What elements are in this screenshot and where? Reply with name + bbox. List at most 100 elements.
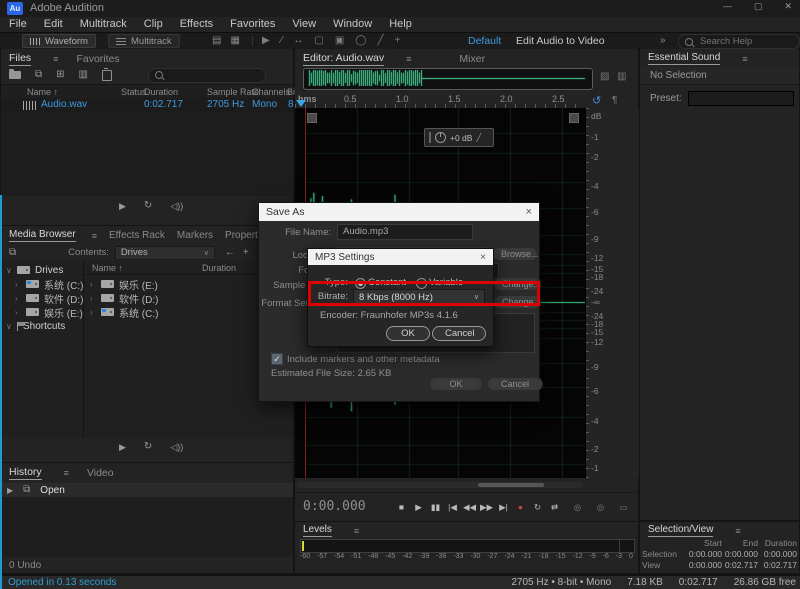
auto-play-speaker-icon[interactable]: ◁)): [170, 442, 183, 452]
tree-item-shortcuts[interactable]: ∨Shortcuts: [1, 319, 83, 333]
import-media-icon[interactable]: ⧉: [9, 248, 16, 258]
spectral-view-icon[interactable]: ▦: [230, 35, 239, 46]
slip-tool-icon[interactable]: ↔: [293, 35, 303, 46]
expander-icon[interactable]: ›: [90, 280, 96, 289]
expander-icon[interactable]: ›: [15, 294, 21, 303]
multitrack-view-button[interactable]: Multitrack: [108, 34, 180, 48]
menu-favorites[interactable]: Favorites: [230, 18, 275, 30]
channel-selector-icon[interactable]: [307, 113, 317, 123]
selection-duration[interactable]: 0:00.000: [758, 549, 797, 559]
tab-levels[interactable]: Levels: [303, 524, 332, 537]
move-tool-icon[interactable]: ▶: [262, 35, 270, 46]
view-duration[interactable]: 0:02.717: [758, 560, 797, 570]
skip-to-start-button[interactable]: |◀: [444, 500, 461, 514]
close-icon[interactable]: ×: [480, 252, 486, 263]
rewind-button[interactable]: ◀◀: [461, 500, 478, 514]
menu-window[interactable]: Window: [333, 18, 372, 30]
close-button[interactable]: ✕: [784, 1, 792, 12]
expander-icon[interactable]: ∨: [6, 266, 12, 275]
menu-edit[interactable]: Edit: [44, 18, 63, 30]
tab-editor[interactable]: Editor: Audio.wav: [303, 52, 384, 66]
panel-menu-icon[interactable]: ≡: [354, 526, 359, 536]
tab-essential-sound[interactable]: Essential Sound: [648, 52, 720, 65]
expander-icon[interactable]: ›: [15, 308, 21, 317]
skip-selection-button[interactable]: ⇄: [546, 500, 563, 514]
editor-view-icon[interactable]: ▤: [212, 35, 221, 46]
marker-tool-icon[interactable]: ¶: [612, 95, 617, 106]
workspace-edit-audio-to-video[interactable]: Edit Audio to Video: [516, 35, 605, 47]
workspace-default-button[interactable]: Default: [468, 35, 501, 47]
razor-tool-icon[interactable]: ∕: [281, 35, 283, 46]
mp3-ok-button[interactable]: OK: [386, 326, 430, 341]
expander-icon[interactable]: ›: [90, 308, 96, 317]
tab-video[interactable]: Video: [87, 467, 114, 479]
menu-view[interactable]: View: [292, 18, 316, 30]
paintbrush-tool-icon[interactable]: ╱: [377, 35, 383, 46]
selection-start[interactable]: 0:00.000: [686, 549, 722, 559]
tab-selection-view[interactable]: Selection/View: [648, 524, 713, 537]
maximize-button[interactable]: ▢: [754, 1, 763, 12]
panel-menu-icon[interactable]: ≡: [92, 231, 97, 241]
minimize-button[interactable]: —: [723, 1, 732, 12]
panel-menu-icon[interactable]: ≡: [64, 468, 69, 478]
hud-pencil-icon[interactable]: ╱: [476, 133, 481, 142]
tab-effects-rack[interactable]: Effects Rack: [109, 230, 165, 241]
close-icon[interactable]: ×: [526, 206, 532, 218]
format-settings-change-button[interactable]: Change...: [493, 295, 541, 309]
record-button[interactable]: ●: [512, 500, 529, 514]
time-selection-tool-icon[interactable]: ▢: [314, 35, 323, 46]
mp3-cancel-button[interactable]: Cancel: [432, 326, 486, 341]
save-as-cancel-button[interactable]: Cancel: [487, 377, 543, 391]
menu-help[interactable]: Help: [389, 18, 412, 30]
menu-effects[interactable]: Effects: [180, 18, 213, 30]
tree-item-drives[interactable]: ∨Drives: [1, 263, 83, 277]
tree-item-drive[interactable]: ›系统 (C:): [1, 277, 83, 291]
gain-hud[interactable]: +0 dB ╱: [424, 128, 494, 147]
open-file-icon[interactable]: [9, 71, 21, 79]
auto-play-speaker-icon[interactable]: ◁)): [170, 201, 183, 211]
tab-mixer[interactable]: Mixer: [459, 53, 485, 65]
files-col-status[interactable]: Status: [121, 87, 147, 97]
playhead-marker[interactable]: [296, 100, 306, 107]
workspace-overflow-icon[interactable]: »: [660, 35, 666, 46]
effects-rack-icon[interactable]: ▥: [79, 70, 88, 80]
menu-file[interactable]: File: [9, 18, 27, 30]
selection-end[interactable]: 0:00.000: [722, 549, 758, 559]
gain-knob-icon[interactable]: [435, 132, 446, 143]
variable-radio-label[interactable]: Variable: [429, 277, 463, 288]
loop-playback-button[interactable]: ↻: [529, 500, 546, 514]
keyboard-shortcut-icon[interactable]: ▥: [617, 71, 626, 82]
fast-forward-button[interactable]: ▶▶: [478, 500, 495, 514]
bitrate-dropdown[interactable]: 8 Kbps (8000 Hz) ∨: [353, 289, 485, 305]
preview-play-button[interactable]: ▶: [119, 201, 126, 211]
file-name-input[interactable]: Audio.mp3: [337, 224, 473, 240]
tree-item-drive[interactable]: ›软件 (D:): [1, 291, 83, 305]
expander-icon[interactable]: ∨: [6, 322, 12, 331]
panel-menu-icon[interactable]: ≡: [53, 54, 58, 64]
preview-play-button[interactable]: ▶: [119, 442, 126, 452]
spectral-corner-icon[interactable]: [569, 113, 579, 123]
help-search-input[interactable]: [698, 35, 793, 48]
constant-radio-label[interactable]: Constant: [368, 277, 406, 288]
zoom-out-button[interactable]: ◎: [592, 500, 609, 514]
lasso-selection-tool-icon[interactable]: ◯: [355, 35, 366, 46]
include-metadata-checkbox[interactable]: ✓: [271, 353, 283, 365]
variable-radio[interactable]: [416, 278, 427, 289]
new-item-icon[interactable]: ⊞: [56, 70, 64, 80]
expander-icon[interactable]: ›: [15, 280, 21, 289]
spot-healing-tool-icon[interactable]: +: [395, 35, 401, 46]
import-files-icon[interactable]: ⧉: [35, 70, 42, 80]
files-col-duration[interactable]: Duration: [144, 87, 178, 97]
zoom-in-button[interactable]: ◎: [569, 500, 586, 514]
expander-icon[interactable]: ›: [90, 294, 96, 303]
loop-preview-button[interactable]: ↻: [144, 442, 152, 452]
help-search-box[interactable]: [678, 34, 800, 49]
zoom-selection-button[interactable]: ▭: [615, 500, 632, 514]
files-col-name[interactable]: Name ↑: [27, 87, 58, 97]
add-shortcut-icon[interactable]: +: [243, 248, 249, 258]
time-display[interactable]: 0:00.000: [303, 499, 366, 514]
play-button[interactable]: ▶: [410, 500, 427, 514]
contents-dropdown[interactable]: Drives ∨: [115, 246, 215, 260]
back-navigation-icon[interactable]: ←: [225, 248, 235, 258]
constant-radio[interactable]: [355, 278, 366, 289]
